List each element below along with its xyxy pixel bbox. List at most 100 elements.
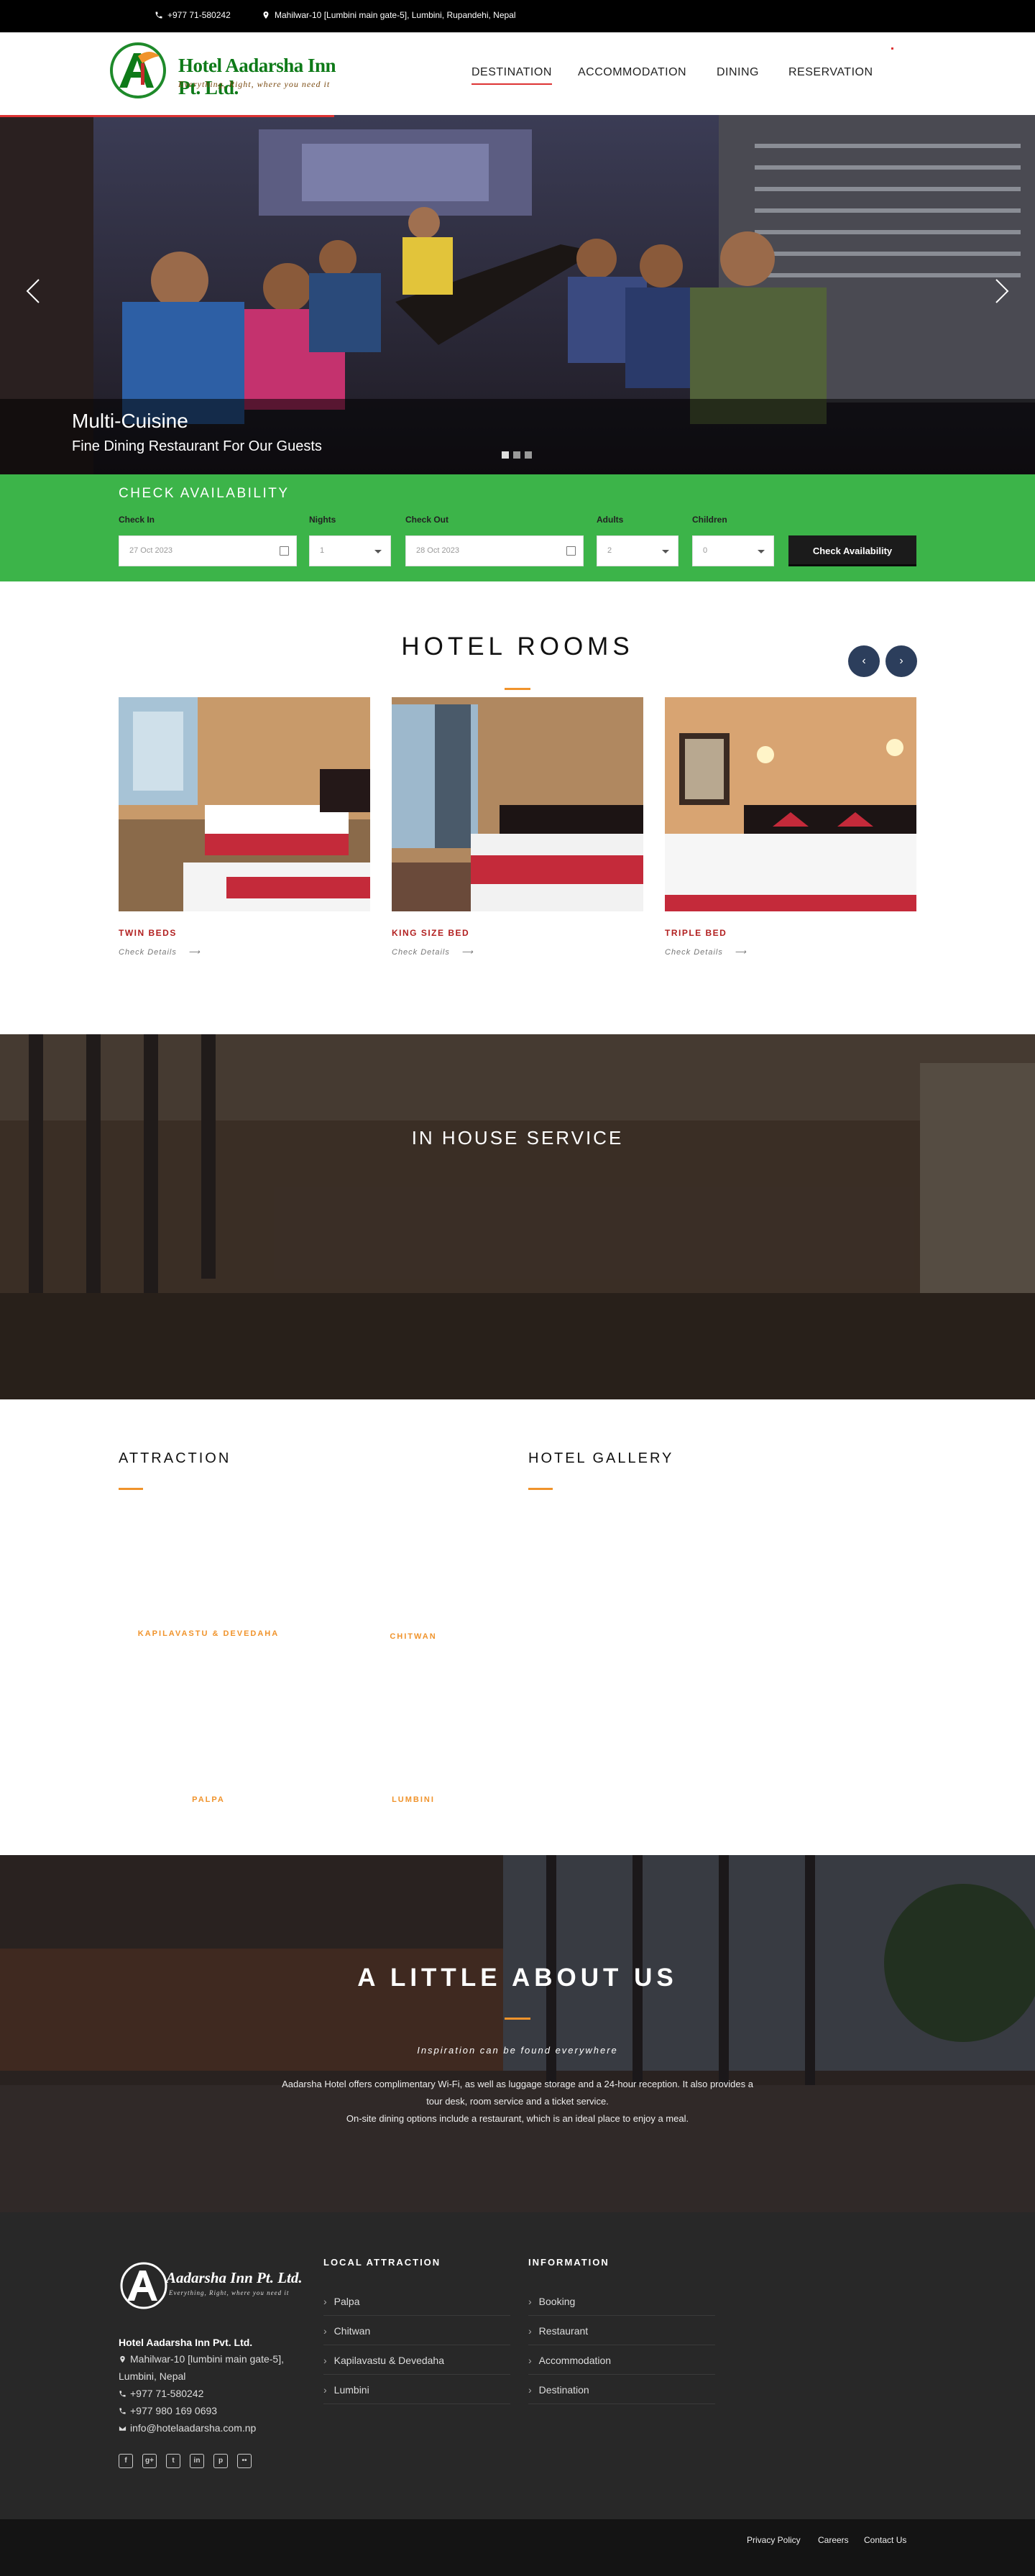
- nav-reservation[interactable]: RESERVATION: [788, 66, 873, 79]
- room-image-triple[interactable]: [665, 697, 916, 911]
- rooms-prev-button[interactable]: ‹: [848, 645, 880, 677]
- chevron-right-icon: ›: [528, 2296, 532, 2307]
- check-availability-button[interactable]: Check Availability: [788, 535, 916, 566]
- attraction-chitwan[interactable]: CHITWAN: [323, 1632, 503, 1641]
- hero-title: Multi-Cuisine: [72, 410, 188, 432]
- brand-name: Hotel Aadarsha Inn Pt. Ltd.: [178, 55, 336, 98]
- children-value: 0: [703, 546, 708, 555]
- arrow-right-icon: ⟶: [725, 948, 747, 957]
- room-photo-king: [392, 697, 643, 911]
- site-logo[interactable]: Hotel Aadarsha Inn Pt. Ltd. Everything, …: [109, 42, 357, 99]
- footer-link-label: Kapilavastu & Devedaha: [334, 2355, 444, 2366]
- chevron-right-icon: ›: [528, 2325, 532, 2337]
- footer-link-label: Chitwan: [334, 2325, 371, 2337]
- chevron-right-icon: ›: [528, 2355, 532, 2366]
- attraction-lumbini[interactable]: LUMBINI: [323, 1795, 503, 1804]
- room-name-twin[interactable]: TWIN BEDS: [119, 928, 177, 938]
- footer-link-label: Destination: [538, 2384, 589, 2396]
- flickr-icon[interactable]: ••: [237, 2454, 252, 2468]
- phone-icon: [119, 2391, 126, 2397]
- privacy-policy-link[interactable]: Privacy Policy: [747, 2535, 801, 2545]
- footer-logo-tag: Everything, Right, where you need it: [169, 2289, 290, 2296]
- slider-dot-1[interactable]: [502, 451, 509, 459]
- chevron-down-icon: [758, 550, 765, 553]
- calendar-icon: [280, 546, 289, 556]
- check-out-value: 28 Oct 2023: [416, 546, 459, 555]
- chevron-right-icon: ›: [528, 2384, 532, 2396]
- footer-link-kapilavastu[interactable]: › Kapilavastu & Devedaha: [323, 2355, 510, 2375]
- phone-icon: [155, 12, 162, 19]
- nav-dining[interactable]: DINING: [717, 66, 759, 79]
- footer-link-palpa[interactable]: › Palpa: [323, 2296, 510, 2316]
- room-link-twin[interactable]: Check Details ⟶: [119, 947, 201, 957]
- footer-phone-1-text: +977 71-580242: [130, 2388, 204, 2399]
- footer-phone-1[interactable]: +977 71-580242: [119, 2388, 203, 2399]
- check-out-field[interactable]: 28 Oct 2023: [405, 535, 584, 566]
- adults-value: 2: [607, 546, 612, 555]
- attraction-palpa[interactable]: PALPA: [119, 1795, 298, 1804]
- rooms-title: HOTEL ROOMS: [401, 632, 634, 661]
- nav-accommodation[interactable]: ACCOMMODATION: [578, 66, 686, 79]
- room-image-king[interactable]: [392, 697, 643, 911]
- check-in-field[interactable]: 27 Oct 2023: [119, 535, 297, 566]
- footer-link-accommodation[interactable]: › Accommodation: [528, 2355, 715, 2375]
- about-body: Aadarsha Hotel offers complimentary Wi-F…: [273, 2076, 762, 2128]
- contact-us-link[interactable]: Contact Us: [864, 2535, 906, 2545]
- inhouse-service-section: [0, 1034, 1035, 1399]
- facebook-icon[interactable]: f: [119, 2454, 133, 2468]
- rooms-next-button[interactable]: ›: [886, 645, 917, 677]
- availability-title: CHECK AVAILABILITY: [119, 486, 290, 501]
- logo-emblem-icon: [120, 2262, 167, 2309]
- about-title: A LITTLE ABOUT US: [357, 1964, 678, 1992]
- chevron-right-icon: ›: [899, 655, 903, 667]
- attraction-title: ATTRACTION: [119, 1450, 231, 1466]
- room-name-triple[interactable]: TRIPLE BED: [665, 928, 727, 938]
- footer-email[interactable]: info@hotelaadarsha.com.np: [119, 2422, 256, 2434]
- nights-select[interactable]: 1: [309, 535, 391, 566]
- footer-link-booking[interactable]: › Booking: [528, 2296, 715, 2316]
- check-details-text: Check Details: [392, 948, 450, 957]
- lobby-background-image: [0, 1855, 1035, 2212]
- room-photo-twin: [119, 697, 370, 911]
- topbar-address: Mahilwar-10 [Lumbini main gate-5], Lumbi…: [262, 10, 516, 20]
- local-attraction-title: LOCAL ATTRACTION: [323, 2257, 441, 2268]
- footer-phone-2[interactable]: +977 980 169 0693: [119, 2405, 217, 2416]
- brand-tagline: Everything, Right, where you need it: [178, 79, 331, 89]
- footer-link-destination[interactable]: › Destination: [528, 2384, 715, 2404]
- calendar-icon: [566, 546, 576, 556]
- nav-destination[interactable]: DESTINATION: [472, 66, 552, 85]
- footer-link-restaurant[interactable]: › Restaurant: [528, 2325, 715, 2345]
- careers-link[interactable]: Careers: [818, 2535, 849, 2545]
- room-image-twin[interactable]: [119, 697, 370, 911]
- slider-dot-2[interactable]: [513, 451, 520, 459]
- chevron-down-icon: [374, 550, 382, 553]
- footer-link-lumbini[interactable]: › Lumbini: [323, 2384, 510, 2404]
- twitter-icon[interactable]: t: [166, 2454, 180, 2468]
- slider-next-icon[interactable]: [990, 277, 1012, 305]
- footer-link-label: Palpa: [334, 2296, 360, 2307]
- information-title: INFORMATION: [528, 2257, 610, 2268]
- room-link-triple[interactable]: Check Details ⟶: [665, 947, 747, 957]
- map-marker-icon: [120, 2355, 125, 2363]
- room-link-king[interactable]: Check Details ⟶: [392, 947, 474, 957]
- footer-address-line-1: Mahilwar-10 [lumbini main gate-5],: [130, 2353, 284, 2365]
- slider-prev-icon[interactable]: [23, 277, 45, 305]
- gallery-underline: [528, 1488, 553, 1490]
- pinterest-icon[interactable]: p: [213, 2454, 228, 2468]
- adults-select[interactable]: 2: [597, 535, 678, 566]
- footer-company: Hotel Aadarsha Inn Pvt. Ltd.: [119, 2337, 253, 2348]
- children-select[interactable]: 0: [692, 535, 774, 566]
- slider-dot-3[interactable]: [525, 451, 532, 459]
- map-marker-icon: [263, 12, 269, 19]
- phone-icon: [119, 2408, 126, 2414]
- attraction-kapilavastu[interactable]: KAPILAVASTU & DEVEDAHA: [119, 1629, 298, 1638]
- footer-logo[interactable]: Aadarsha Inn Pt. Ltd. Everything, Right,…: [119, 2260, 305, 2312]
- about-paragraph-1: Aadarsha Hotel offers complimentary Wi-F…: [282, 2079, 753, 2107]
- google-plus-icon[interactable]: g+: [142, 2454, 157, 2468]
- linkedin-icon[interactable]: in: [190, 2454, 204, 2468]
- footer-link-chitwan[interactable]: › Chitwan: [323, 2325, 510, 2345]
- footer-logo-text: Aadarsha Inn Pt. Ltd.: [166, 2269, 303, 2286]
- room-name-king[interactable]: KING SIZE BED: [392, 928, 469, 938]
- topbar-phone[interactable]: +977 71-580242: [155, 10, 231, 20]
- rooms-title-underline: [505, 688, 530, 690]
